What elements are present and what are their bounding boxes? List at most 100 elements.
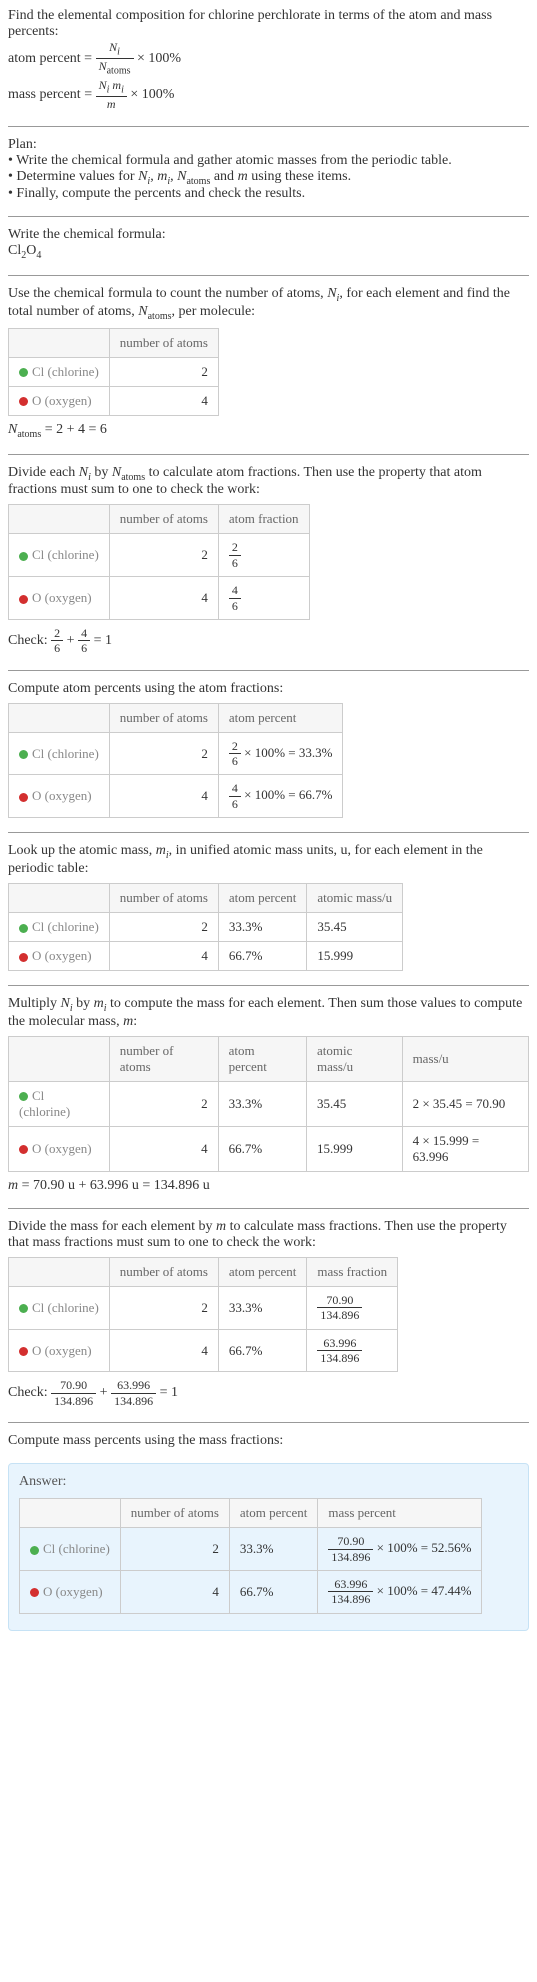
- th-mpct: mass percent: [318, 1499, 482, 1528]
- th-empty: [9, 1036, 110, 1081]
- element-label: O (oxygen): [32, 948, 92, 963]
- times-100: × 100%: [137, 51, 181, 66]
- element-label: O (oxygen): [32, 590, 92, 605]
- cell-n: 4: [109, 942, 218, 971]
- dot-icon: [19, 595, 28, 604]
- dot-icon: [19, 1145, 28, 1154]
- cell-element: O (oxygen): [9, 942, 110, 971]
- atom-percent-lhs: atom percent =: [8, 51, 96, 66]
- atom-percent-table: number of atoms atom percent Cl (chlorin…: [8, 703, 343, 819]
- cell-mass: 15.999: [306, 1126, 402, 1171]
- section-text: Divide each Ni by Natoms to calculate at…: [8, 465, 529, 499]
- cell-element: O (oxygen): [20, 1570, 121, 1613]
- massu-section: Multiply Ni by mi to compute the mass fo…: [8, 996, 529, 1194]
- element-label: Cl (chlorine): [32, 746, 99, 761]
- num: 4: [229, 781, 241, 796]
- table-row: O (oxygen) 4 46: [9, 577, 310, 620]
- num: 2: [229, 540, 241, 555]
- cell-pct: 66.7%: [218, 942, 307, 971]
- atom-percent-section: Compute atom percents using the atom fra…: [8, 681, 529, 819]
- times-100: × 100%: [130, 87, 174, 102]
- dot-icon: [19, 368, 28, 377]
- sum: Natoms = 2 + 4 = 6: [8, 422, 529, 440]
- dot-icon: [19, 1092, 28, 1101]
- cell-element: Cl (chlorine): [9, 1081, 110, 1126]
- table-row: Cl (chlorine) 2 33.3% 35.45: [9, 913, 403, 942]
- section-text: Multiply Ni by mi to compute the mass fo…: [8, 996, 529, 1030]
- den: 134.896: [328, 1550, 373, 1564]
- text: × 100% = 52.56%: [373, 1540, 471, 1555]
- num: 2: [229, 739, 241, 754]
- th-num: number of atoms: [109, 884, 218, 913]
- th-pct: atom percent: [229, 1499, 318, 1528]
- cell-n: 4: [109, 1329, 218, 1372]
- cell-n: 2: [109, 732, 218, 775]
- cell-mu: 2 × 35.45 = 70.90: [402, 1081, 528, 1126]
- dot-icon: [19, 1347, 28, 1356]
- answer-table: number of atoms atom percent mass percen…: [19, 1498, 482, 1614]
- text: × 100% = 33.3%: [241, 745, 333, 760]
- table-row: Cl (chlorine) 2 26 × 100% = 33.3%: [9, 732, 343, 775]
- den: 6: [229, 599, 241, 613]
- cell-n: 4: [109, 1126, 218, 1171]
- plan-bullet: • Write the chemical formula and gather …: [8, 153, 529, 169]
- cell-element: Cl (chlorine): [20, 1528, 121, 1571]
- element-label: O (oxygen): [43, 1584, 103, 1599]
- atomic-mass-section: Look up the atomic mass, mi, in unified …: [8, 843, 529, 971]
- section-title: Compute atom percents using the atom fra…: [8, 681, 529, 697]
- cell-mu: 4 × 15.999 = 63.996: [402, 1126, 528, 1171]
- count-section: Use the chemical formula to count the nu…: [8, 286, 529, 439]
- cell-n: 2: [109, 913, 218, 942]
- sum: m = 70.90 u + 63.996 u = 134.896 u: [8, 1178, 529, 1194]
- element-label: O (oxygen): [32, 1343, 92, 1358]
- table-header: number of atoms atom fraction: [9, 505, 310, 534]
- th-frac: atom fraction: [218, 505, 309, 534]
- th-mass: atomic mass/u: [307, 884, 403, 913]
- cell-pct: 66.7%: [229, 1570, 318, 1613]
- intro: Find the elemental composition for chlor…: [8, 8, 529, 112]
- mass-percent-formula: mass percent = Ni mi m × 100%: [8, 78, 529, 112]
- text: = 1: [160, 1386, 178, 1401]
- cell-frac: 26: [218, 534, 309, 577]
- mass-percent-section: Compute mass percents using the mass fra…: [8, 1433, 529, 1449]
- text: by: [91, 465, 112, 480]
- cell-element: O (oxygen): [9, 577, 110, 620]
- th-num: number of atoms: [109, 505, 218, 534]
- th-num: number of atoms: [109, 1257, 218, 1286]
- text: = 1: [94, 633, 112, 648]
- plan-bullet: • Determine values for Ni, mi, Natoms an…: [8, 169, 529, 187]
- fraction: Ni Natoms: [96, 40, 134, 78]
- cell-frac: 63.996134.896: [307, 1329, 398, 1372]
- table-row: O (oxygen) 4 66.7% 15.999 4 × 15.999 = 6…: [9, 1126, 529, 1171]
- cell-n: 4: [109, 386, 218, 415]
- plan-title: Plan:: [8, 137, 529, 153]
- text: × 100% = 47.44%: [373, 1583, 471, 1598]
- mass-fraction-table: number of atoms atom percent mass fracti…: [8, 1257, 398, 1373]
- table-row: O (oxygen) 4 66.7% 15.999: [9, 942, 403, 971]
- cell-mpct: 70.90134.896 × 100% = 52.56%: [318, 1528, 482, 1571]
- text: Look up the atomic mass,: [8, 843, 156, 858]
- cell-mass: 15.999: [307, 942, 403, 971]
- table-header: number of atoms atom percent atomic mass…: [9, 884, 403, 913]
- text: :: [133, 1014, 137, 1029]
- table-header: number of atoms atom percent: [9, 703, 343, 732]
- cell-n: 4: [109, 775, 218, 818]
- table-row: Cl (chlorine) 2 33.3% 70.90134.896 × 100…: [20, 1528, 482, 1571]
- text: , per molecule:: [172, 304, 256, 319]
- cell-mass: 35.45: [307, 913, 403, 942]
- cell-element: O (oxygen): [9, 1126, 110, 1171]
- text: Check:: [8, 1386, 51, 1401]
- cell-element: Cl (chlorine): [9, 534, 110, 577]
- text: Use the chemical formula to count the nu…: [8, 286, 327, 301]
- th-pct: atom percent: [218, 884, 307, 913]
- chem-formula: Cl2O4: [8, 243, 529, 261]
- table-row: O (oxygen) 4 46 × 100% = 66.7%: [9, 775, 343, 818]
- cell-pct: 46 × 100% = 66.7%: [218, 775, 343, 818]
- cell-n: 2: [109, 1286, 218, 1329]
- den: 6: [229, 556, 241, 570]
- check: Check: 70.90134.896 + 63.996134.896 = 1: [8, 1378, 529, 1408]
- cell-element: O (oxygen): [9, 1329, 110, 1372]
- table-row: O (oxygen) 4 66.7% 63.996134.896 × 100% …: [20, 1570, 482, 1613]
- cell-pct: 33.3%: [229, 1528, 318, 1571]
- table-header: number of atoms atom percent atomic mass…: [9, 1036, 529, 1081]
